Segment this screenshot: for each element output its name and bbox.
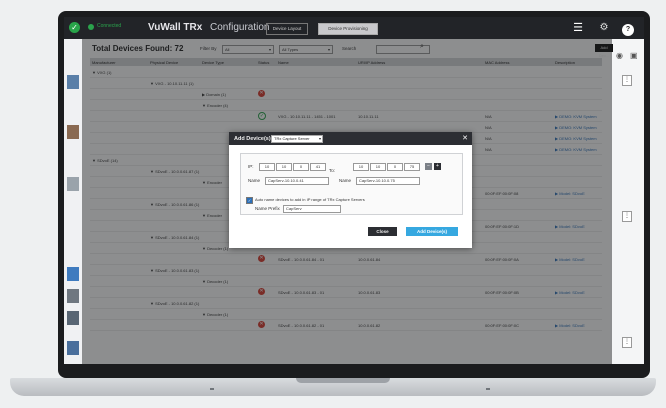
eye-icon[interactable]: ◉	[616, 51, 623, 60]
name-from-field[interactable]: CapServ-10.10.0.41	[265, 177, 329, 185]
top-bar: ✓ Connected VuWall TRx Configuration Dev…	[64, 17, 644, 39]
ip-to-octet-3[interactable]: 0	[387, 163, 403, 171]
laptop-foot	[210, 388, 214, 390]
dialog-title: Add Device(s):	[234, 135, 273, 142]
laptop-foot	[486, 388, 490, 390]
name-prefix-label: Name Prefix	[255, 206, 280, 211]
connection-status-icon	[88, 24, 94, 30]
menu-hamburger-icon[interactable]: ☰	[572, 22, 584, 34]
help-icon[interactable]: ?	[622, 24, 634, 36]
name-to-field[interactable]: CapServ-10.10.0.75	[356, 177, 420, 185]
thumbnail[interactable]	[67, 289, 79, 303]
name-from-label: Name	[248, 178, 261, 183]
device-type-select[interactable]: TRx Capture Server	[271, 135, 323, 143]
right-tool-strip: ◉ ▣ ⋮ ⋮ ⋮	[612, 39, 644, 364]
ip-from-octet-1[interactable]: 10	[259, 163, 275, 171]
left-thumbnail-strip	[64, 39, 82, 364]
remove-range-button[interactable]: −	[425, 163, 432, 170]
close-icon[interactable]: ✕	[461, 134, 469, 143]
name-prefix-field[interactable]: CapServ	[283, 205, 341, 213]
ip-range-section: IP: 10 10 0 41 To: 10 10 0 75 − + Name C…	[240, 153, 463, 215]
thumbnail[interactable]	[67, 267, 79, 281]
add-devices-dialog: Add Device(s): TRx Capture Server ✕ IP: …	[229, 132, 472, 248]
thumbnail[interactable]	[67, 177, 79, 191]
laptop-base	[10, 378, 656, 396]
connection-status-label: Connected	[97, 23, 122, 29]
section-title: Configuration	[210, 22, 270, 33]
thumbnail[interactable]	[67, 311, 79, 325]
app-title: VuWall TRx	[148, 22, 203, 33]
thumbnail[interactable]	[67, 125, 79, 139]
app-screen: ✓ Connected VuWall TRx Configuration Dev…	[64, 17, 644, 364]
row-options-button[interactable]: ⋮	[622, 211, 632, 222]
ip-from-octet-4[interactable]: 41	[310, 163, 326, 171]
laptop-base-lip	[296, 378, 390, 383]
name-to-label: Name	[339, 178, 352, 183]
ip-from-octet-2[interactable]: 10	[276, 163, 292, 171]
row-options-button[interactable]: ⋮	[622, 75, 632, 86]
save-icon[interactable]: ▣	[630, 51, 638, 60]
ip-to-octet-1[interactable]: 10	[353, 163, 369, 171]
add-devices-button[interactable]: Add Device(s)	[406, 227, 458, 236]
ip-to-octet-2[interactable]: 10	[370, 163, 386, 171]
ip-to-label: To:	[329, 168, 336, 173]
tab-device-provisioning[interactable]: Device Provisioning	[318, 23, 378, 35]
ip-to-octet-4[interactable]: 75	[404, 163, 420, 171]
auto-name-checkbox[interactable]: ✓	[246, 197, 253, 204]
auto-name-label: Auto name devices to add in IP range of …	[255, 197, 365, 202]
ip-from-label: IP:	[248, 164, 254, 169]
add-range-button[interactable]: +	[434, 163, 441, 170]
thumbnail[interactable]	[67, 75, 79, 89]
tab-device-layout[interactable]: Device Layout	[266, 23, 308, 35]
ip-from-octet-3[interactable]: 0	[293, 163, 309, 171]
close-button[interactable]: Close	[368, 227, 397, 236]
thumbnail[interactable]	[67, 341, 79, 355]
logo-check-icon: ✓	[69, 22, 80, 33]
dialog-header: Add Device(s): TRx Capture Server ✕	[229, 132, 472, 145]
settings-gear-icon[interactable]: ⚙	[598, 22, 610, 34]
row-options-button[interactable]: ⋮	[622, 337, 632, 348]
